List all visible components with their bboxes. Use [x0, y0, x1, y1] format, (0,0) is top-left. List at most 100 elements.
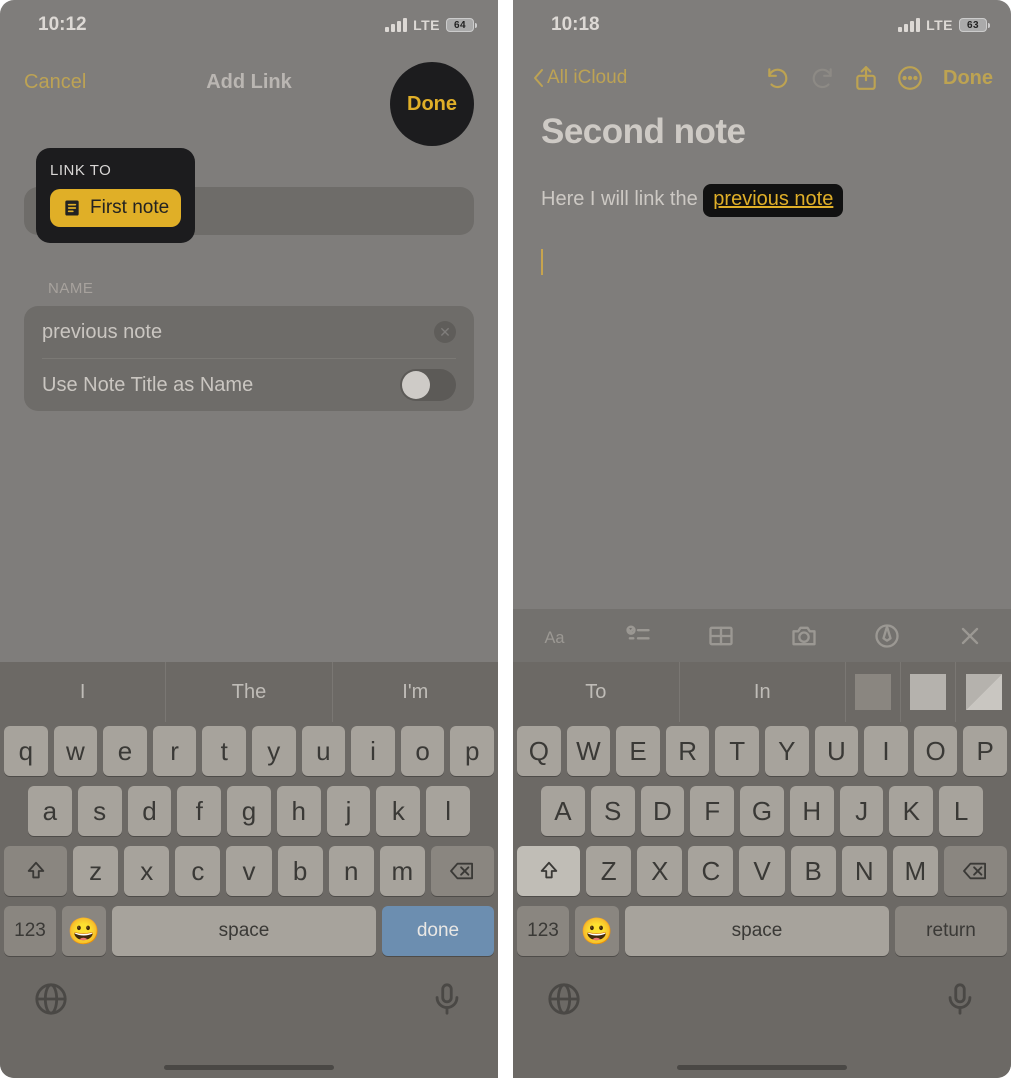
key-o[interactable]: O	[914, 726, 958, 776]
key-c[interactable]: C	[688, 846, 733, 896]
key-r[interactable]: r	[153, 726, 197, 776]
key-s[interactable]: S	[591, 786, 635, 836]
key-t[interactable]: T	[715, 726, 759, 776]
status-time: 10:12	[38, 14, 87, 36]
suggestion[interactable]: In	[680, 662, 847, 722]
key-j[interactable]: J	[840, 786, 884, 836]
key-return[interactable]: return	[895, 906, 1007, 956]
camera-button[interactable]	[784, 621, 824, 651]
key-m[interactable]: m	[380, 846, 425, 896]
key-m[interactable]: M	[893, 846, 938, 896]
linked-note-chip[interactable]: First note	[50, 189, 181, 227]
globe-icon[interactable]	[547, 982, 581, 1016]
key-s[interactable]: s	[78, 786, 122, 836]
key-k[interactable]: k	[376, 786, 420, 836]
back-button[interactable]: All iCloud	[531, 67, 627, 89]
key-b[interactable]: b	[278, 846, 323, 896]
note-link[interactable]: previous note	[703, 184, 843, 217]
key-w[interactable]: w	[54, 726, 98, 776]
key-space[interactable]: space	[625, 906, 889, 956]
mic-icon[interactable]	[943, 982, 977, 1016]
key-l[interactable]: l	[426, 786, 470, 836]
key-p[interactable]: p	[450, 726, 494, 776]
suggestion[interactable]: To	[513, 662, 680, 722]
key-r[interactable]: R	[666, 726, 710, 776]
suggestion[interactable]: I	[0, 662, 166, 722]
key-x[interactable]: x	[124, 846, 169, 896]
done-button[interactable]: Done	[390, 62, 474, 146]
use-title-toggle[interactable]	[400, 369, 456, 401]
sticker-suggestion[interactable]	[901, 662, 956, 722]
key-x[interactable]: X	[637, 846, 682, 896]
mic-icon[interactable]	[430, 982, 464, 1016]
key-delete[interactable]	[944, 846, 1007, 896]
home-indicator[interactable]	[164, 1065, 334, 1070]
key-123[interactable]: 123	[4, 906, 56, 956]
key-e[interactable]: e	[103, 726, 147, 776]
key-i[interactable]: I	[864, 726, 908, 776]
suggestion[interactable]: I'm	[333, 662, 498, 722]
table-button[interactable]	[701, 621, 741, 651]
sticker-suggestion[interactable]	[956, 662, 1011, 722]
key-y[interactable]: y	[252, 726, 296, 776]
key-a[interactable]: A	[541, 786, 585, 836]
globe-icon[interactable]	[34, 982, 68, 1016]
key-shift[interactable]	[517, 846, 580, 896]
key-done[interactable]: done	[382, 906, 494, 956]
key-d[interactable]: d	[128, 786, 172, 836]
share-button[interactable]	[851, 63, 881, 93]
memoji-suggestion[interactable]	[846, 662, 901, 722]
more-button[interactable]	[895, 63, 925, 93]
key-t[interactable]: t	[202, 726, 246, 776]
text-format-button[interactable]: Aa	[535, 621, 575, 651]
key-z[interactable]: Z	[586, 846, 631, 896]
key-shift[interactable]	[4, 846, 67, 896]
key-n[interactable]: N	[842, 846, 887, 896]
markup-button[interactable]	[867, 621, 907, 651]
key-g[interactable]: g	[227, 786, 271, 836]
key-o[interactable]: o	[401, 726, 445, 776]
key-emoji[interactable]: 😀	[62, 906, 106, 956]
key-w[interactable]: W	[567, 726, 611, 776]
clear-icon[interactable]: ✕	[434, 321, 456, 343]
key-f[interactable]: f	[177, 786, 221, 836]
key-b[interactable]: B	[791, 846, 836, 896]
key-n[interactable]: n	[329, 846, 374, 896]
key-v[interactable]: V	[739, 846, 784, 896]
note-title[interactable]: Second note	[541, 112, 983, 152]
key-y[interactable]: Y	[765, 726, 809, 776]
key-123[interactable]: 123	[517, 906, 569, 956]
key-h[interactable]: h	[277, 786, 321, 836]
key-q[interactable]: q	[4, 726, 48, 776]
key-f[interactable]: F	[690, 786, 734, 836]
link-name-input[interactable]: previous note	[42, 321, 162, 344]
key-z[interactable]: z	[73, 846, 118, 896]
checklist-button[interactable]	[618, 621, 658, 651]
key-e[interactable]: E	[616, 726, 660, 776]
suggestion[interactable]: The	[166, 662, 332, 722]
key-a[interactable]: a	[28, 786, 72, 836]
key-k[interactable]: K	[889, 786, 933, 836]
key-u[interactable]: U	[815, 726, 859, 776]
key-d[interactable]: D	[641, 786, 685, 836]
note-content[interactable]: Second note Here I will link the previou…	[513, 106, 1011, 280]
key-u[interactable]: u	[302, 726, 346, 776]
key-v[interactable]: v	[226, 846, 271, 896]
cancel-button[interactable]: Cancel	[24, 71, 86, 94]
close-toolbar-button[interactable]	[950, 621, 990, 651]
home-indicator[interactable]	[677, 1065, 847, 1070]
key-h[interactable]: H	[790, 786, 834, 836]
key-delete[interactable]	[431, 846, 494, 896]
key-space[interactable]: space	[112, 906, 376, 956]
done-button[interactable]: Done	[943, 67, 993, 90]
key-g[interactable]: G	[740, 786, 784, 836]
key-j[interactable]: j	[327, 786, 371, 836]
key-emoji[interactable]: 😀	[575, 906, 619, 956]
note-icon	[62, 198, 82, 218]
undo-button[interactable]	[763, 63, 793, 93]
key-l[interactable]: L	[939, 786, 983, 836]
key-p[interactable]: P	[963, 726, 1007, 776]
key-c[interactable]: c	[175, 846, 220, 896]
key-q[interactable]: Q	[517, 726, 561, 776]
key-i[interactable]: i	[351, 726, 395, 776]
